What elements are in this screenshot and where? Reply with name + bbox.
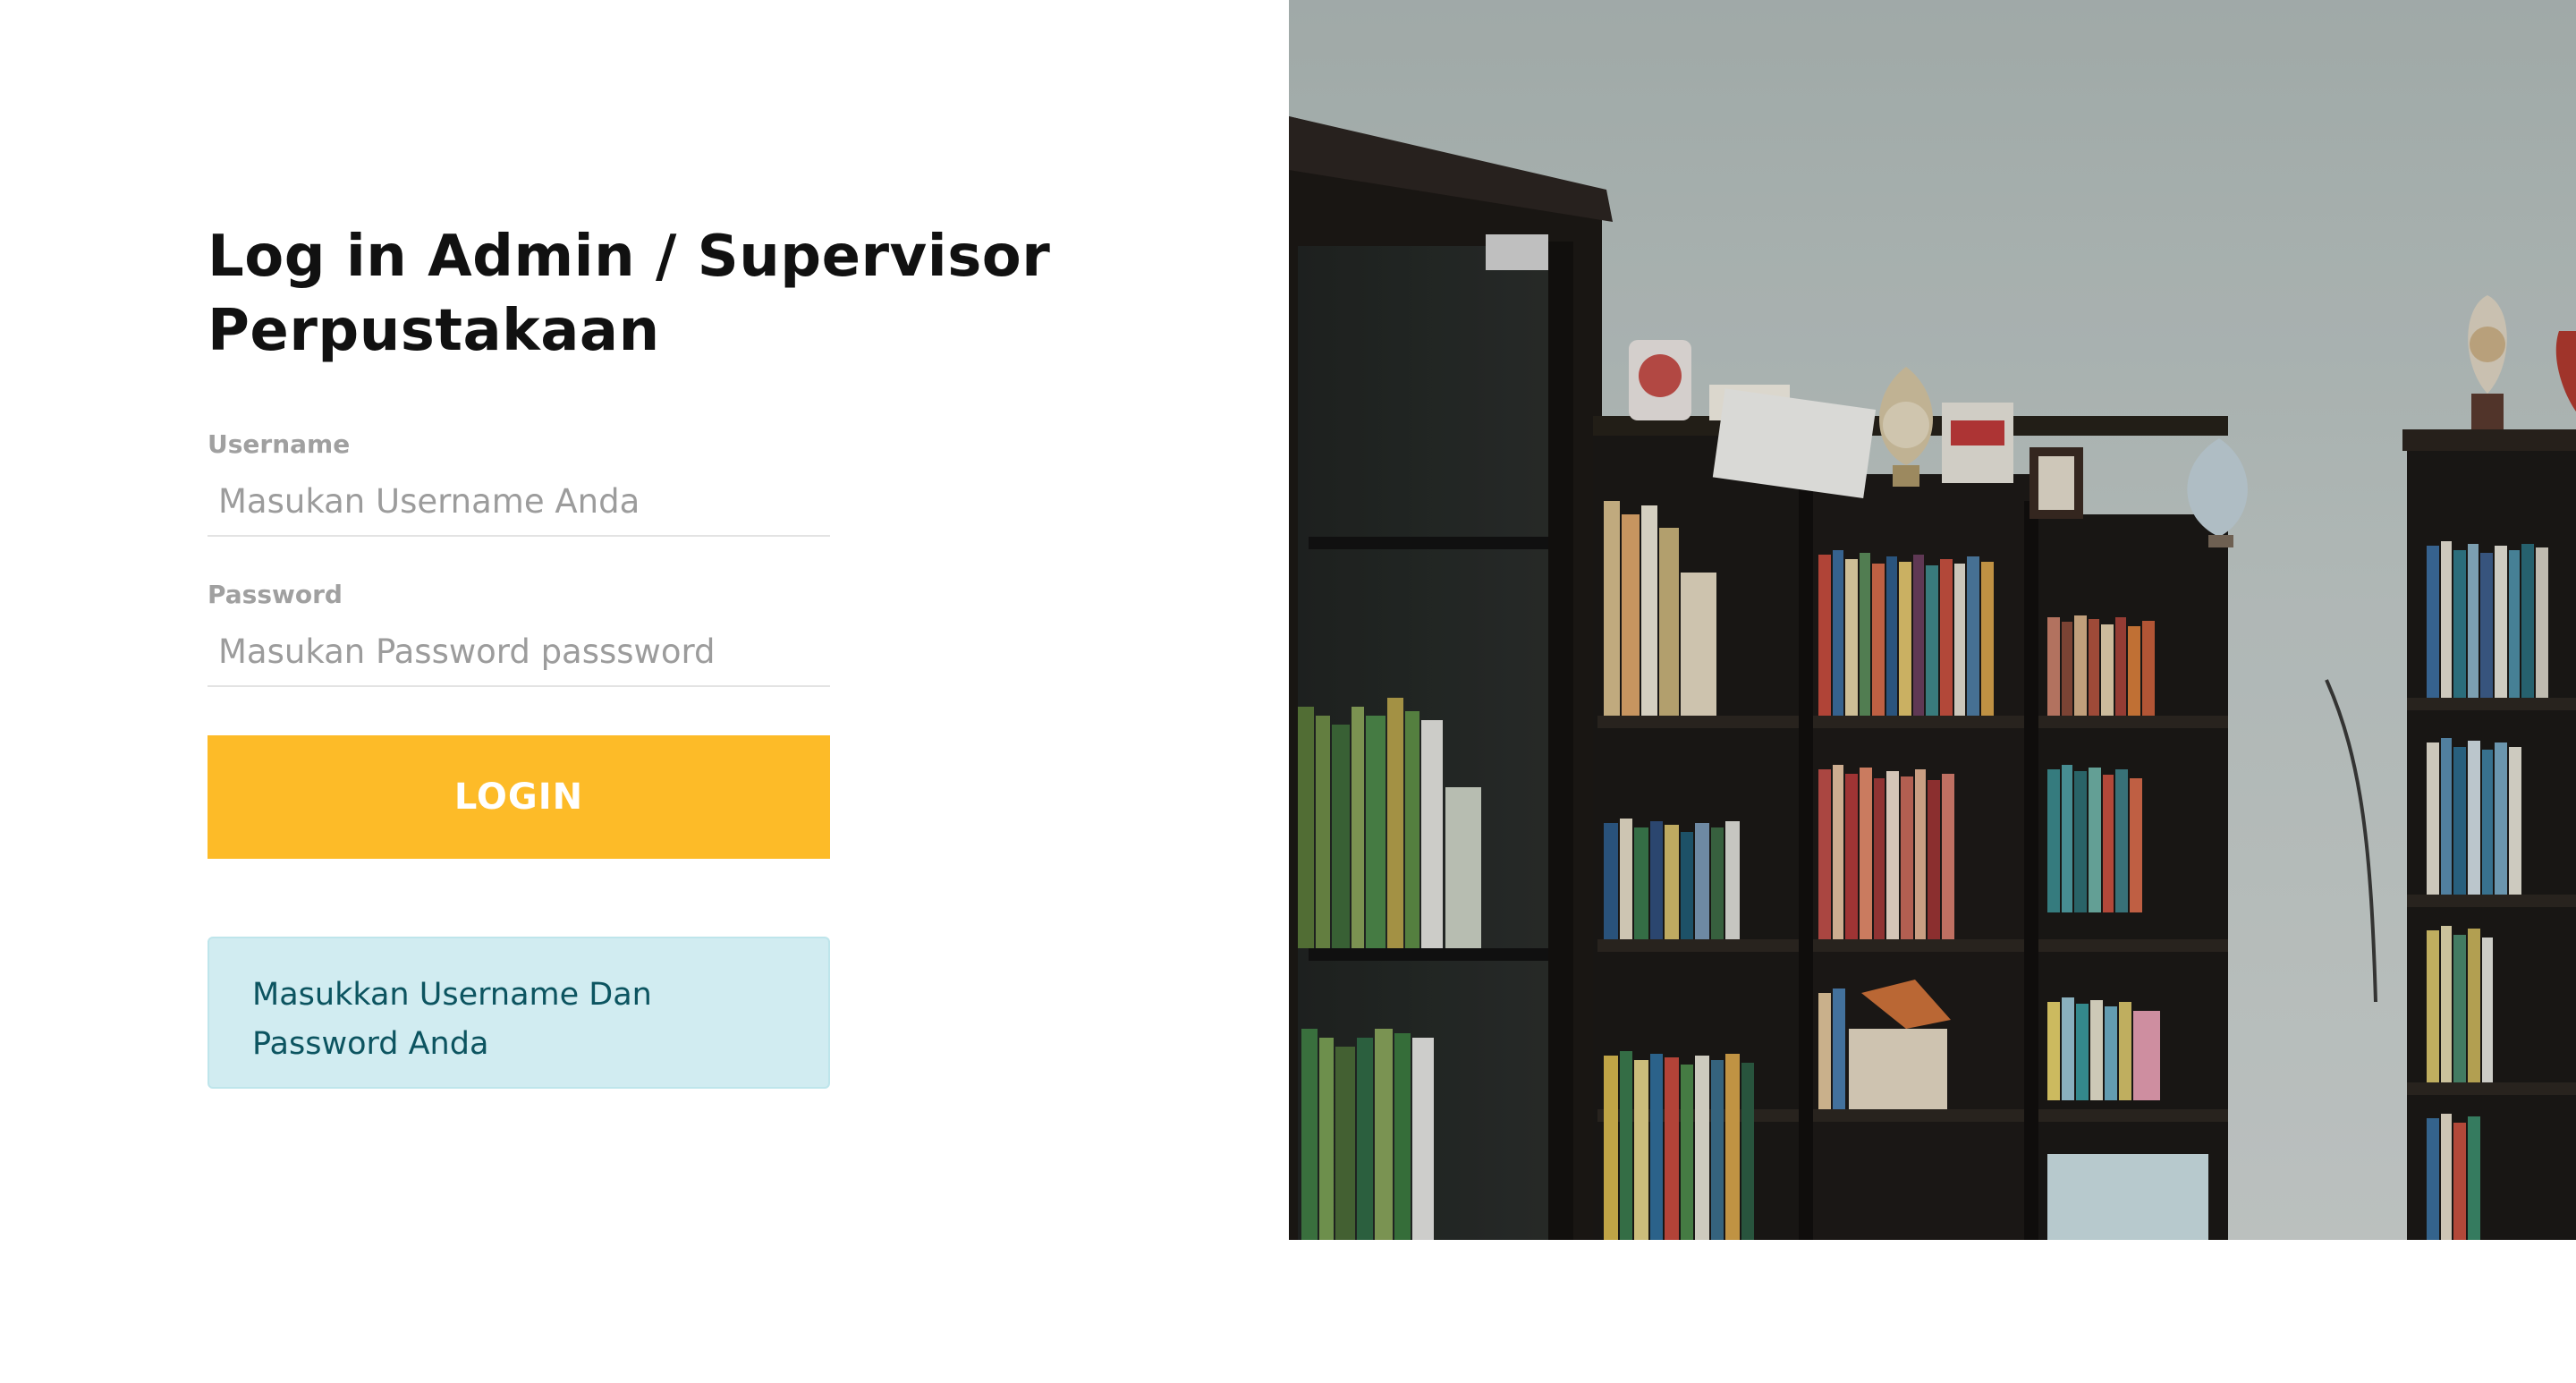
- library-bookshelves-image: [1289, 0, 2576, 1240]
- info-alert-message: Masukkan Username Dan Password Anda: [252, 977, 652, 1062]
- password-label: Password: [208, 580, 343, 609]
- username-input[interactable]: [208, 467, 830, 537]
- username-label: Username: [208, 429, 351, 459]
- page-title: Log in Admin / Supervisor Perpustakaan: [208, 224, 1051, 364]
- login-button[interactable]: LOGIN: [208, 735, 830, 859]
- login-page: Log in Admin / Supervisor Perpustakaan U…: [0, 0, 2576, 1383]
- login-panel: Log in Admin / Supervisor Perpustakaan U…: [0, 0, 1289, 1383]
- login-form: Log in Admin / Supervisor Perpustakaan U…: [208, 220, 1050, 1089]
- info-alert: Masukkan Username Dan Password Anda: [208, 937, 830, 1089]
- hero-library-photo: [1289, 0, 2576, 1240]
- password-input[interactable]: [208, 617, 830, 687]
